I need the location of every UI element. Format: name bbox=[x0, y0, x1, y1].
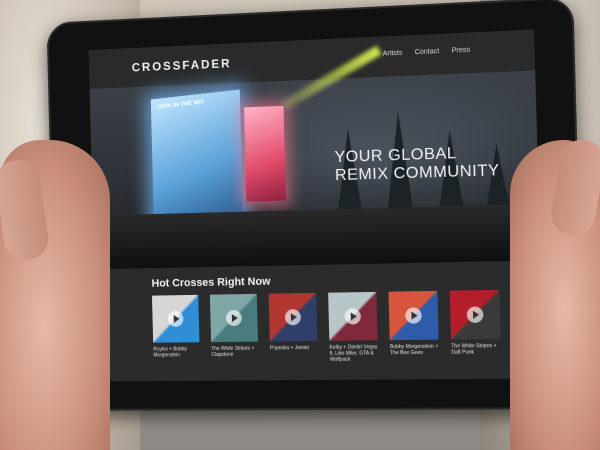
nav-contact[interactable]: Contact bbox=[415, 48, 440, 56]
tablet-device: CROSSFADER Artists Contact Press 100% IN… bbox=[47, 0, 585, 411]
mix-thumbnail-6[interactable] bbox=[450, 290, 501, 340]
mix-caption-6: The White Stripes + Daft Punk bbox=[451, 343, 501, 356]
play-icon[interactable] bbox=[345, 308, 361, 324]
mix-thumbnail-4[interactable] bbox=[328, 292, 377, 341]
mix-card-1[interactable]: Royksi + Bobby Morgenstein bbox=[152, 295, 200, 365]
mix-thumbnail-2[interactable] bbox=[210, 294, 258, 342]
mix-thumbnail-3[interactable] bbox=[269, 293, 318, 342]
mix-caption-1: Royksi + Bobby Morgenstein bbox=[153, 346, 200, 358]
play-icon[interactable] bbox=[226, 310, 242, 326]
mix-card-2[interactable]: The White Stripes + Clapstone bbox=[210, 294, 259, 364]
mix-card-6[interactable]: The White Stripes + Daft Punk bbox=[450, 290, 502, 362]
mix-caption-5: Bobby Morgenstein + The Bee Gees bbox=[390, 344, 439, 357]
mix-caption-3: Popeska + Joeski bbox=[270, 345, 318, 351]
mix-thumbnail-1[interactable] bbox=[152, 295, 199, 343]
hero-title: YOUR GLOBAL REMIX COMMUNITY bbox=[334, 144, 499, 186]
mix-caption-4: Kelby + Dimitri Vegas ft. Like Mike, GTA… bbox=[329, 344, 378, 363]
nav-artists[interactable]: Artists bbox=[383, 50, 403, 58]
mix-caption-2: The White Stripes + Clapstone bbox=[211, 346, 258, 358]
mix-card-3[interactable]: Popeska + Joeski bbox=[269, 293, 318, 363]
stage-screen-text: 100% IN THE MIX bbox=[157, 99, 204, 110]
mix-thumbnail-5[interactable] bbox=[388, 291, 438, 340]
tablet-screen: CROSSFADER Artists Contact Press 100% IN… bbox=[89, 29, 544, 381]
hero-banner: 100% IN THE MIX YOUR GLOBAL REMIX COMMUN… bbox=[90, 70, 541, 269]
top-nav: Artists Contact Press bbox=[383, 47, 471, 58]
mix-card-5[interactable]: Bobby Morgenstein + The Bee Gees bbox=[388, 291, 439, 362]
play-icon[interactable] bbox=[467, 306, 484, 323]
nav-press[interactable]: Press bbox=[452, 47, 471, 55]
play-icon[interactable] bbox=[168, 311, 184, 327]
play-icon[interactable] bbox=[405, 307, 422, 323]
site-logo[interactable]: CROSSFADER bbox=[132, 56, 232, 74]
hot-crosses-title: Hot Crosses Right Now bbox=[152, 276, 271, 290]
hot-crosses-section: Hot Crosses Right Now Royksi + Bobby Mor… bbox=[94, 260, 543, 381]
crowd bbox=[93, 204, 541, 269]
hot-crosses-list: Royksi + Bobby Morgenstein The White Str… bbox=[152, 290, 501, 365]
stage-screen-blue: 100% IN THE MIX bbox=[151, 89, 243, 227]
play-icon[interactable] bbox=[285, 309, 301, 325]
stage-screen-red bbox=[244, 106, 286, 202]
mix-card-4[interactable]: Kelby + Dimitri Vegas ft. Like Mike, GTA… bbox=[328, 292, 378, 363]
